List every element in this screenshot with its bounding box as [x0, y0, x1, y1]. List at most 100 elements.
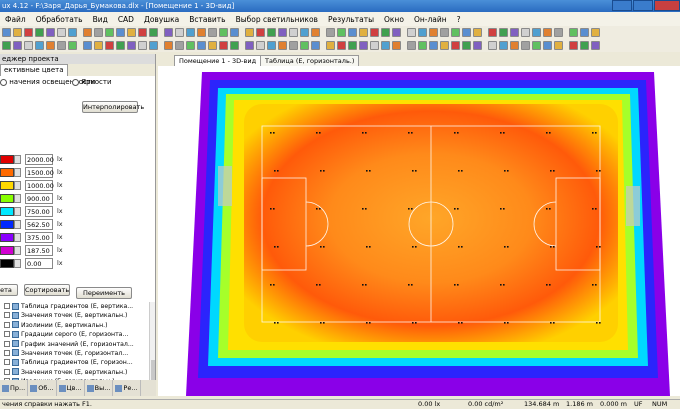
toolbar-button-icon[interactable] [94, 28, 103, 37]
tree-item[interactable]: График значений (E, горизонтал... [0, 340, 150, 349]
level-color-dropdown[interactable] [14, 168, 21, 177]
toolbar-button-icon[interactable] [554, 41, 563, 50]
level-color-swatch[interactable] [0, 220, 14, 229]
toolbar-button-icon[interactable] [83, 41, 92, 50]
toolbar-button-icon[interactable] [219, 28, 228, 37]
toolbar-button-icon[interactable] [116, 28, 125, 37]
toolbar-button-icon[interactable] [175, 41, 184, 50]
toolbar-button-icon[interactable] [94, 41, 103, 50]
minimize-button[interactable] [612, 0, 632, 11]
toolbar-button-icon[interactable] [289, 28, 298, 37]
toolbar-button-icon[interactable] [473, 41, 482, 50]
toolbar-button-icon[interactable] [580, 28, 589, 37]
menu-process[interactable]: Обработать [31, 15, 88, 24]
toolbar-button-icon[interactable] [451, 41, 460, 50]
toolbar-button-icon[interactable] [127, 41, 136, 50]
toolbar-button-icon[interactable] [68, 28, 77, 37]
toolbar-button-icon[interactable] [532, 41, 541, 50]
toolbar-button-icon[interactable] [230, 41, 239, 50]
panel-bottom-tab[interactable]: Ре... [113, 380, 141, 396]
toolbar-button-icon[interactable] [57, 28, 66, 37]
level-color-swatch[interactable] [0, 181, 14, 190]
toolbar-button-icon[interactable] [208, 28, 217, 37]
level-color-swatch[interactable] [0, 168, 14, 177]
toolbar-button-icon[interactable] [440, 28, 449, 37]
toolbar-button-icon[interactable] [326, 41, 335, 50]
toolbar-button-icon[interactable] [245, 28, 254, 37]
toolbar-button-icon[interactable] [197, 41, 206, 50]
toolbar-button-icon[interactable] [311, 28, 320, 37]
toolbar-button-icon[interactable] [510, 28, 519, 37]
toolbar-button-icon[interactable] [2, 28, 11, 37]
toolbar-button-icon[interactable] [186, 28, 195, 37]
toolbar-button-icon[interactable] [554, 28, 563, 37]
level-color-dropdown[interactable] [14, 155, 21, 164]
toolbar-button-icon[interactable] [68, 41, 77, 50]
toolbar-button-icon[interactable] [138, 41, 147, 50]
menu-online[interactable]: Он-лайн [409, 15, 452, 24]
toolbar-button-icon[interactable] [591, 28, 600, 37]
illuminance-radio[interactable] [0, 78, 7, 86]
toolbar-button-icon[interactable] [197, 28, 206, 37]
toolbar-button-icon[interactable] [580, 41, 589, 50]
tree-item-checkbox[interactable] [4, 303, 10, 309]
panel-bottom-tab[interactable]: Вы... [85, 380, 114, 396]
tab-3d-view[interactable]: Помещение 1 - 3D-вид [174, 55, 262, 66]
level-color-dropdown[interactable] [14, 207, 21, 216]
tree-item-checkbox[interactable] [4, 331, 10, 338]
tree-item-checkbox[interactable] [4, 349, 10, 356]
level-color-dropdown[interactable] [14, 259, 21, 268]
level-value-input[interactable]: 1000.00 [25, 180, 54, 191]
interpolate-button[interactable]: Интерполировать [82, 101, 144, 113]
maximize-button[interactable] [633, 0, 653, 11]
tree-item-checkbox[interactable] [4, 368, 10, 375]
toolbar-button-icon[interactable] [499, 41, 508, 50]
toolbar-button-icon[interactable] [348, 41, 357, 50]
brightness-option[interactable]: Яркости [72, 78, 112, 86]
toolbar-button-icon[interactable] [381, 41, 390, 50]
menu-results[interactable]: Результаты [323, 15, 379, 24]
level-value-input[interactable]: 0.00 [25, 258, 53, 269]
menu-help[interactable]: ? [452, 15, 466, 24]
level-color-dropdown[interactable] [14, 233, 21, 242]
level-value-input[interactable]: 750.00 [25, 206, 53, 217]
level-color-swatch[interactable] [0, 233, 14, 242]
level-value-input[interactable]: 1500.00 [25, 167, 54, 178]
toolbar-button-icon[interactable] [245, 41, 254, 50]
toolbar-button-icon[interactable] [105, 41, 114, 50]
toolbar-button-icon[interactable] [46, 28, 55, 37]
toolbar-button-icon[interactable] [591, 41, 600, 50]
level-color-swatch[interactable] [0, 207, 14, 216]
toolbar-button-icon[interactable] [164, 41, 173, 50]
toolbar-button-icon[interactable] [256, 28, 265, 37]
tree-item-checkbox[interactable] [4, 321, 10, 328]
menu-insert[interactable]: Вставить [184, 15, 230, 24]
toolbar-button-icon[interactable] [370, 28, 379, 37]
3d-view-viewport[interactable] [158, 66, 680, 396]
toolbar-button-icon[interactable] [289, 41, 298, 50]
toolbar-button-icon[interactable] [429, 28, 438, 37]
toolbar-button-icon[interactable] [2, 41, 11, 50]
toolbar-button-icon[interactable] [105, 28, 114, 37]
toolbar-button-icon[interactable] [543, 28, 552, 37]
level-value-input[interactable]: 375.00 [25, 232, 53, 243]
tree-item[interactable]: Изолинии (E, вертикальн.) [0, 321, 150, 330]
toolbar-button-icon[interactable] [186, 41, 195, 50]
toolbar-button-icon[interactable] [462, 28, 471, 37]
toolbar-button-icon[interactable] [392, 28, 401, 37]
toolbar-button-icon[interactable] [392, 41, 401, 50]
toolbar-button-icon[interactable] [569, 28, 578, 37]
toolbar-button-icon[interactable] [521, 28, 530, 37]
toolbar-button-icon[interactable] [337, 28, 346, 37]
toolbar-button-icon[interactable] [532, 28, 541, 37]
toolbar-button-icon[interactable] [35, 41, 44, 50]
tree-item[interactable]: Градации серого (E, горизонта... [0, 330, 150, 339]
toolbar-button-icon[interactable] [488, 28, 497, 37]
menu-dovushka[interactable]: Довушка [139, 15, 184, 24]
brightness-radio[interactable] [72, 78, 79, 86]
toolbar-button-icon[interactable] [473, 28, 482, 37]
close-button[interactable] [654, 0, 680, 11]
toolbar-button-icon[interactable] [175, 28, 184, 37]
toolbar-button-icon[interactable] [499, 28, 508, 37]
menu-view[interactable]: Вид [88, 15, 113, 24]
